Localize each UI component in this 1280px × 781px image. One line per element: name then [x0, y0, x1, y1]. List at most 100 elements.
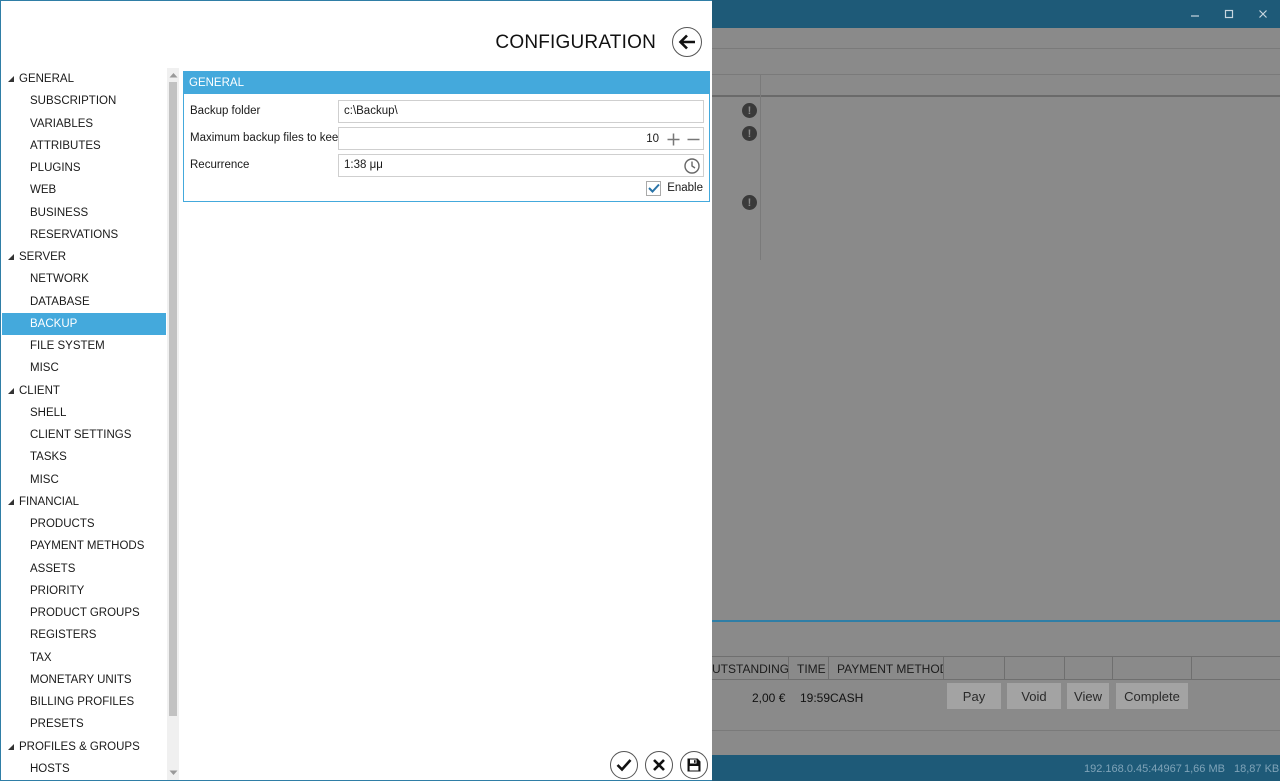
- backup-folder-input[interactable]: c:\Backup\: [338, 100, 704, 123]
- nav-item-client-settings[interactable]: CLIENT SETTINGS: [2, 424, 166, 446]
- max-files-stepper[interactable]: 10: [338, 127, 704, 150]
- plus-icon[interactable]: [665, 131, 681, 147]
- arrow-left-icon: [678, 34, 695, 50]
- recurrence-row: Recurrence 1:38 μμ: [184, 154, 709, 178]
- cancel-button[interactable]: [645, 751, 673, 779]
- nav-item-presets[interactable]: PRESETS: [2, 713, 166, 735]
- maximize-icon[interactable]: [1212, 0, 1246, 28]
- column-header[interactable]: [1005, 657, 1065, 679]
- enable-toggle[interactable]: Enable: [646, 180, 703, 196]
- nav-group-financial[interactable]: FINANCIAL: [2, 491, 166, 513]
- background-app-area: ! ! !: [712, 28, 1280, 755]
- column-header[interactable]: UTSTANDING: [712, 657, 789, 679]
- time-cell: 19:59: [800, 691, 831, 705]
- column-header[interactable]: [944, 657, 1005, 679]
- nav-item-registers[interactable]: REGISTERS: [2, 624, 166, 646]
- group-header: GENERAL: [184, 72, 709, 94]
- column-header[interactable]: [1113, 657, 1192, 679]
- nav-item-subscription[interactable]: SUBSCRIPTION: [2, 90, 166, 112]
- pay-button[interactable]: Pay: [947, 683, 1001, 709]
- nav-item-payment-methods[interactable]: PAYMENT METHODS: [2, 535, 166, 557]
- nav-item-hosts[interactable]: HOSTS: [2, 758, 166, 780]
- app-titlebar: [712, 0, 1280, 28]
- close-icon[interactable]: [1246, 0, 1280, 28]
- complete-button[interactable]: Complete: [1116, 683, 1188, 709]
- minus-icon[interactable]: [685, 131, 701, 147]
- warning-icon: !: [742, 195, 757, 210]
- nav-item-tasks[interactable]: TASKS: [2, 446, 166, 468]
- nav-item-backup[interactable]: BACKUP: [2, 312, 166, 335]
- settings-tree: GENERAL SUBSCRIPTION VARIABLES ATTRIBUTES PL…: [2, 68, 166, 780]
- max-files-row: Maximum backup files to keep 10: [184, 127, 709, 151]
- sent-size: 18,87 KB: [1234, 763, 1280, 775]
- nav-group-profiles-groups[interactable]: PROFILES & GROUPS: [2, 736, 166, 758]
- general-settings-group: GENERAL Backup folder c:\Backup\ Maximum…: [183, 71, 710, 202]
- nav-item-reservations[interactable]: RESERVATIONS: [2, 224, 166, 246]
- scroll-down-icon[interactable]: [168, 768, 178, 778]
- nav-item-variables[interactable]: VARIABLES: [2, 113, 166, 135]
- nav-group-server[interactable]: SERVER: [2, 246, 166, 268]
- orders-table-header: UTSTANDING TIME PAYMENT METHOD: [712, 656, 1280, 680]
- recurrence-time-input[interactable]: 1:38 μμ: [338, 154, 704, 177]
- table-row[interactable]: 2,00 € 19:59 CASH Pay Void View Complete: [712, 682, 1280, 712]
- nav-item-monetary-units[interactable]: MONETARY UNITS: [2, 669, 166, 691]
- save-button[interactable]: [680, 751, 708, 779]
- divider: [712, 620, 1280, 622]
- divider: [760, 74, 761, 260]
- nav-group-general[interactable]: GENERAL: [2, 68, 166, 90]
- nav-item-product-groups[interactable]: PRODUCT GROUPS: [2, 602, 166, 624]
- back-button[interactable]: [672, 27, 702, 57]
- close-icon: [653, 759, 665, 771]
- outstanding-cell: 2,00 €: [752, 691, 786, 705]
- nav-group-client[interactable]: CLIENT: [2, 380, 166, 402]
- column-header[interactable]: TIME: [789, 657, 829, 679]
- nav-item-misc[interactable]: MISC: [2, 357, 166, 379]
- nav-item-misc[interactable]: MISC: [2, 469, 166, 491]
- scrollbar-thumb[interactable]: [169, 82, 177, 716]
- enable-label: Enable: [667, 182, 703, 194]
- backup-folder-row: Backup folder c:\Backup\: [184, 100, 709, 124]
- nav-scrollbar[interactable]: [167, 68, 179, 780]
- scroll-up-icon[interactable]: [168, 70, 178, 80]
- check-icon: [616, 759, 632, 772]
- floppy-disk-icon: [687, 758, 701, 772]
- column-header[interactable]: [1065, 657, 1113, 679]
- nav-item-network[interactable]: NETWORK: [2, 268, 166, 290]
- configuration-panel: CONFIGURATION GENERAL SUBSCRIPTION VARIABL…: [0, 0, 712, 781]
- status-bar: 192.168.0.45:44967 1,66 MB 18,87 KB: [712, 755, 1280, 781]
- nav-item-plugins[interactable]: PLUGINS: [2, 157, 166, 179]
- nav-item-priority[interactable]: PRIORITY: [2, 580, 166, 602]
- divider: [712, 74, 1280, 75]
- payment-method-cell: CASH: [830, 691, 864, 705]
- recurrence-value[interactable]: 1:38 μμ: [344, 159, 383, 171]
- warning-icon: !: [742, 126, 757, 141]
- nav-item-business[interactable]: BUSINESS: [2, 202, 166, 224]
- column-header[interactable]: PAYMENT METHOD: [829, 657, 944, 679]
- void-button[interactable]: Void: [1007, 683, 1061, 709]
- apply-button[interactable]: [610, 751, 638, 779]
- nav-item-attributes[interactable]: ATTRIBUTES: [2, 135, 166, 157]
- nav-item-database[interactable]: DATABASE: [2, 291, 166, 313]
- nav-item-shell[interactable]: SHELL: [2, 402, 166, 424]
- nav-item-products[interactable]: PRODUCTS: [2, 513, 166, 535]
- view-button[interactable]: View: [1067, 683, 1109, 709]
- nav-item-tax[interactable]: TAX: [2, 647, 166, 669]
- recurrence-label: Recurrence: [190, 159, 250, 171]
- divider: [712, 730, 1280, 731]
- clock-icon[interactable]: [683, 157, 701, 175]
- received-size: 1,66 MB: [1184, 763, 1225, 775]
- divider: [712, 48, 1280, 49]
- divider: [712, 95, 1280, 97]
- enable-checkbox[interactable]: [646, 180, 662, 196]
- connection-address: 192.168.0.45:44967: [1084, 763, 1182, 775]
- page-title: CONFIGURATION: [495, 32, 656, 53]
- column-header[interactable]: [1192, 657, 1280, 679]
- nav-item-web[interactable]: WEB: [2, 179, 166, 201]
- nav-item-assets[interactable]: ASSETS: [2, 558, 166, 580]
- nav-item-billing-profiles[interactable]: BILLING PROFILES: [2, 691, 166, 713]
- minimize-icon[interactable]: [1178, 0, 1212, 28]
- max-files-value[interactable]: 10: [646, 133, 659, 145]
- max-files-label: Maximum backup files to keep: [190, 132, 345, 144]
- nav-item-file-system[interactable]: FILE SYSTEM: [2, 335, 166, 357]
- checkmark-icon: [647, 183, 660, 193]
